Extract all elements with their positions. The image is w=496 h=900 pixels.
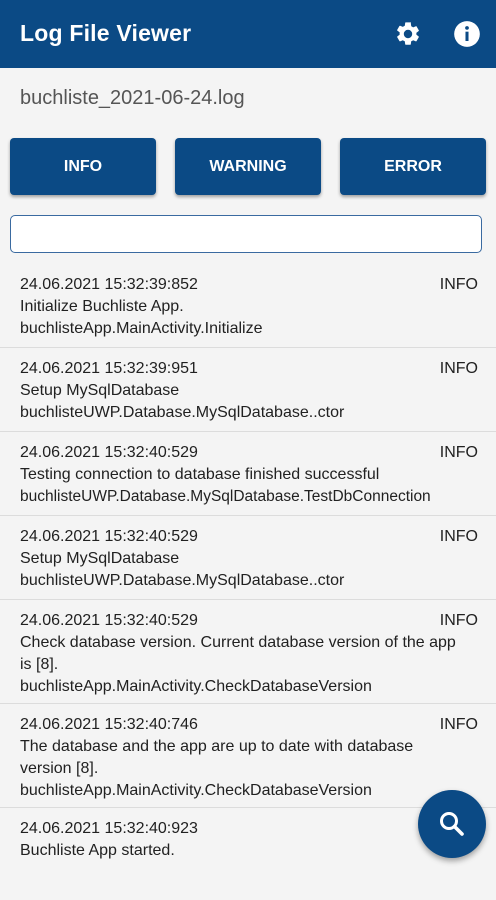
log-entry[interactable]: 24.06.2021 15:32:40:529 INFO Check datab… [0, 600, 496, 704]
error-filter-button[interactable]: ERROR [340, 138, 486, 195]
log-source: buchlisteApp.MainActivity.CheckDatabaseV… [20, 678, 372, 695]
log-message: Setup MySqlDatabase [20, 382, 180, 399]
app-title: Log File Viewer [20, 20, 192, 46]
app-bar: Log File Viewer [0, 0, 496, 68]
gear-icon[interactable] [394, 20, 422, 48]
log-timestamp: 24.06.2021 15:32:39:852 [20, 276, 198, 293]
log-message: Check database version. Current database… [20, 634, 456, 673]
log-entry[interactable]: 24.06.2021 15:32:39:951 INFO Setup MySql… [0, 348, 496, 432]
search-fab-button[interactable] [418, 790, 486, 858]
log-message: Initialize Buchliste App. [20, 298, 184, 315]
log-source: buchlisteUWP.Database.MySqlDatabase.Test… [20, 488, 431, 505]
log-level: INFO [439, 612, 478, 629]
log-message: The database and the app are up to date … [20, 738, 414, 777]
log-list[interactable]: 24.06.2021 15:32:39:852 INFO Initialize … [0, 264, 496, 878]
warning-filter-button[interactable]: WARNING [175, 138, 321, 195]
log-level: INFO [439, 276, 478, 293]
info-icon[interactable] [453, 20, 481, 48]
log-message: Setup MySqlDatabase [20, 550, 180, 567]
log-timestamp: 24.06.2021 15:32:40:529 [20, 528, 198, 545]
search-icon [440, 812, 464, 836]
log-entry[interactable]: 24.06.2021 15:32:40:529 INFO Setup MySql… [0, 516, 496, 600]
log-source: buchlisteUWP.Database.MySqlDatabase..cto… [20, 572, 345, 589]
log-message: Testing connection to database finished … [20, 466, 380, 483]
file-name: buchliste_2021-06-24.log [20, 87, 245, 109]
log-source: buchlisteApp.MainActivity.Initialize [20, 320, 263, 337]
log-entry[interactable]: 24.06.2021 15:32:39:852 INFO Initialize … [0, 264, 496, 348]
log-level: INFO [439, 528, 478, 545]
log-timestamp: 24.06.2021 15:32:39:951 [20, 360, 198, 377]
log-level: INFO [439, 444, 478, 461]
log-timestamp: 24.06.2021 15:32:40:529 [20, 444, 198, 461]
log-entry[interactable]: 24.06.2021 15:32:40:529 INFO Testing con… [0, 432, 496, 516]
info-filter-button[interactable]: INFO [10, 138, 156, 195]
log-source: buchlisteUWP.Database.MySqlDatabase..cto… [20, 404, 345, 421]
log-message: Buchliste App started. [20, 842, 175, 859]
log-timestamp: 24.06.2021 15:32:40:746 [20, 716, 198, 733]
log-level: INFO [439, 360, 478, 377]
log-source: buchlisteApp.MainActivity.CheckDatabaseV… [20, 782, 372, 799]
log-timestamp: 24.06.2021 15:32:40:529 [20, 612, 198, 629]
search-input[interactable] [10, 215, 482, 253]
log-level: INFO [439, 716, 478, 733]
log-timestamp: 24.06.2021 15:32:40:923 [20, 820, 198, 837]
